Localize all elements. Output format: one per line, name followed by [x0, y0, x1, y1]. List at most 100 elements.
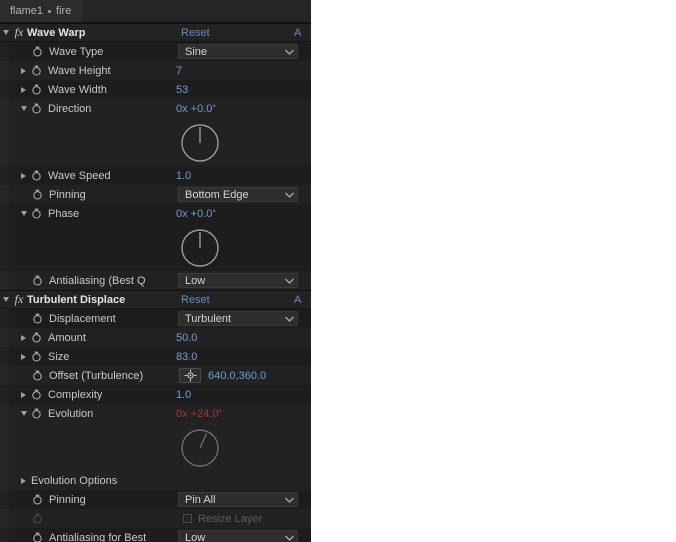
disclosure-triangle-icon: [21, 391, 26, 398]
dropdown-pinning-2[interactable]: Pin All: [178, 492, 298, 507]
property-value-wave-height[interactable]: 7: [176, 65, 182, 77]
row-gutter: [0, 490, 9, 509]
dropdown-pinning[interactable]: Bottom Edge: [178, 187, 298, 202]
dropdown-displacement[interactable]: Turbulent: [178, 311, 298, 326]
stopwatch-icon[interactable]: [30, 494, 45, 505]
effect-header-turbulent-displace[interactable]: fx Turbulent Displace Reset A: [0, 290, 311, 309]
about-link-wave-warp[interactable]: A: [294, 24, 301, 41]
fx-icon: fx: [14, 292, 24, 306]
row-gutter: [0, 42, 9, 61]
stopwatch-icon[interactable]: [30, 46, 45, 57]
property-label: Pinning: [49, 188, 86, 201]
twirl-wave-speed[interactable]: [18, 172, 29, 179]
property-value-offset-turbulence[interactable]: 640.0,360.0: [208, 370, 266, 382]
reset-link-turbulent-displace[interactable]: Reset: [181, 291, 210, 308]
property-row-size: Size 83.0: [0, 347, 311, 366]
property-label: Size: [48, 350, 70, 363]
property-value-wave-width[interactable]: 53: [176, 84, 188, 96]
property-row-pinning-2: Pinning Pin All: [0, 490, 311, 509]
crosshair-icon[interactable]: [179, 368, 201, 383]
stopwatch-icon[interactable]: [29, 332, 44, 343]
row-gutter: [0, 347, 9, 366]
stopwatch-icon[interactable]: [30, 189, 45, 200]
stopwatch-icon[interactable]: [29, 65, 44, 76]
property-row-wave-speed: Wave Speed 1.0: [0, 166, 311, 185]
property-label: Phase: [48, 207, 80, 220]
twirl-evolution[interactable]: [18, 411, 29, 416]
row-gutter: [0, 509, 9, 528]
row-gutter: [0, 423, 9, 471]
property-value-phase[interactable]: 0x +0.0°: [176, 208, 216, 220]
stopwatch-icon[interactable]: [30, 275, 45, 286]
stopwatch-icon[interactable]: [29, 408, 44, 419]
twirl-effect-wave-warp[interactable]: [0, 30, 11, 35]
row-gutter: [0, 309, 9, 328]
dropdown-value: Pin All: [185, 493, 216, 506]
property-label: Offset (Turbulence): [49, 369, 144, 382]
twirl-effect-turbulent-displace[interactable]: [0, 297, 11, 302]
stopwatch-icon[interactable]: [29, 84, 44, 95]
property-value-size[interactable]: 83.0: [176, 351, 197, 363]
property-value-complexity[interactable]: 1.0: [176, 389, 191, 401]
twirl-direction[interactable]: [18, 106, 29, 111]
dropdown-value: Low: [185, 274, 206, 287]
group-label: Evolution Options: [31, 474, 118, 487]
dial-row-direction: [0, 118, 311, 166]
stopwatch-icon[interactable]: [29, 389, 44, 400]
dropdown-antialiasing-for-best[interactable]: Low: [178, 530, 298, 542]
effect-header-wave-warp[interactable]: fx Wave Warp Reset A: [0, 23, 311, 42]
row-gutter: [0, 385, 9, 404]
property-value-direction[interactable]: 0x +0.0°: [176, 103, 216, 115]
stopwatch-icon[interactable]: [30, 532, 45, 542]
disclosure-triangle-icon: [2, 30, 9, 35]
row-gutter: [0, 61, 9, 80]
dropdown-antialiasing-best-quality[interactable]: Low: [178, 273, 298, 288]
property-value-evolution[interactable]: 0x +24.0°: [176, 408, 222, 420]
stopwatch-icon[interactable]: [29, 103, 44, 114]
angle-dial-evolution[interactable]: [179, 427, 221, 469]
twirl-wave-width[interactable]: [18, 86, 29, 93]
property-row-direction: Direction 0x +0.0°: [0, 99, 311, 118]
stopwatch-icon[interactable]: [30, 370, 45, 381]
chevron-down-icon: [281, 49, 297, 55]
fx-icon: fx: [14, 25, 24, 39]
twirl-phase[interactable]: [18, 211, 29, 216]
tab-effect-controls[interactable]: flame1 fire: [0, 0, 84, 22]
dropdown-wave-type[interactable]: Sine: [178, 44, 298, 59]
property-label: Pinning: [49, 493, 86, 506]
checkbox-resize-layer[interactable]: [183, 514, 192, 523]
dropdown-value: Turbulent: [185, 312, 232, 325]
property-row-wave-height: Wave Height 7: [0, 61, 311, 80]
tab-layer-name: fire: [56, 5, 72, 17]
property-row-evolution-options[interactable]: Evolution Options: [0, 471, 311, 490]
property-row-antialiasing-for-best: Antialiasing for Best Low: [0, 528, 311, 542]
property-label: Evolution: [48, 407, 94, 420]
panel-tab-bar: flame1 fire: [0, 0, 311, 23]
property-label: Wave Speed: [48, 169, 111, 182]
property-row-resize-layer: Resize Layer: [0, 509, 311, 528]
stopwatch-icon[interactable]: [29, 208, 44, 219]
stopwatch-icon[interactable]: [29, 351, 44, 362]
property-label: Wave Height: [48, 64, 111, 77]
property-label: Complexity: [48, 388, 103, 401]
tab-separator-dot: [48, 9, 52, 13]
twirl-complexity[interactable]: [18, 391, 29, 398]
angle-dial-direction[interactable]: [179, 122, 221, 164]
property-value-amount[interactable]: 50.0: [176, 332, 197, 344]
twirl-wave-height[interactable]: [18, 67, 29, 74]
dropdown-value: Low: [185, 531, 206, 542]
row-gutter: [0, 528, 9, 542]
reset-link-wave-warp[interactable]: Reset: [181, 24, 210, 41]
effect-name-label: Turbulent Displace: [27, 293, 126, 306]
about-link-turbulent-displace[interactable]: A: [294, 291, 301, 308]
twirl-evolution-options[interactable]: [18, 477, 29, 484]
property-value-wave-speed[interactable]: 1.0: [176, 170, 191, 182]
property-row-offset-turbulence: Offset (Turbulence) 640.0,360.0: [0, 366, 311, 385]
angle-dial-phase[interactable]: [179, 227, 221, 269]
twirl-size[interactable]: [18, 353, 29, 360]
twirl-amount[interactable]: [18, 334, 29, 341]
tab-comp-name: flame1: [10, 5, 44, 17]
stopwatch-icon[interactable]: [30, 313, 45, 324]
stopwatch-icon[interactable]: [29, 170, 44, 181]
chevron-down-icon: [281, 192, 297, 198]
